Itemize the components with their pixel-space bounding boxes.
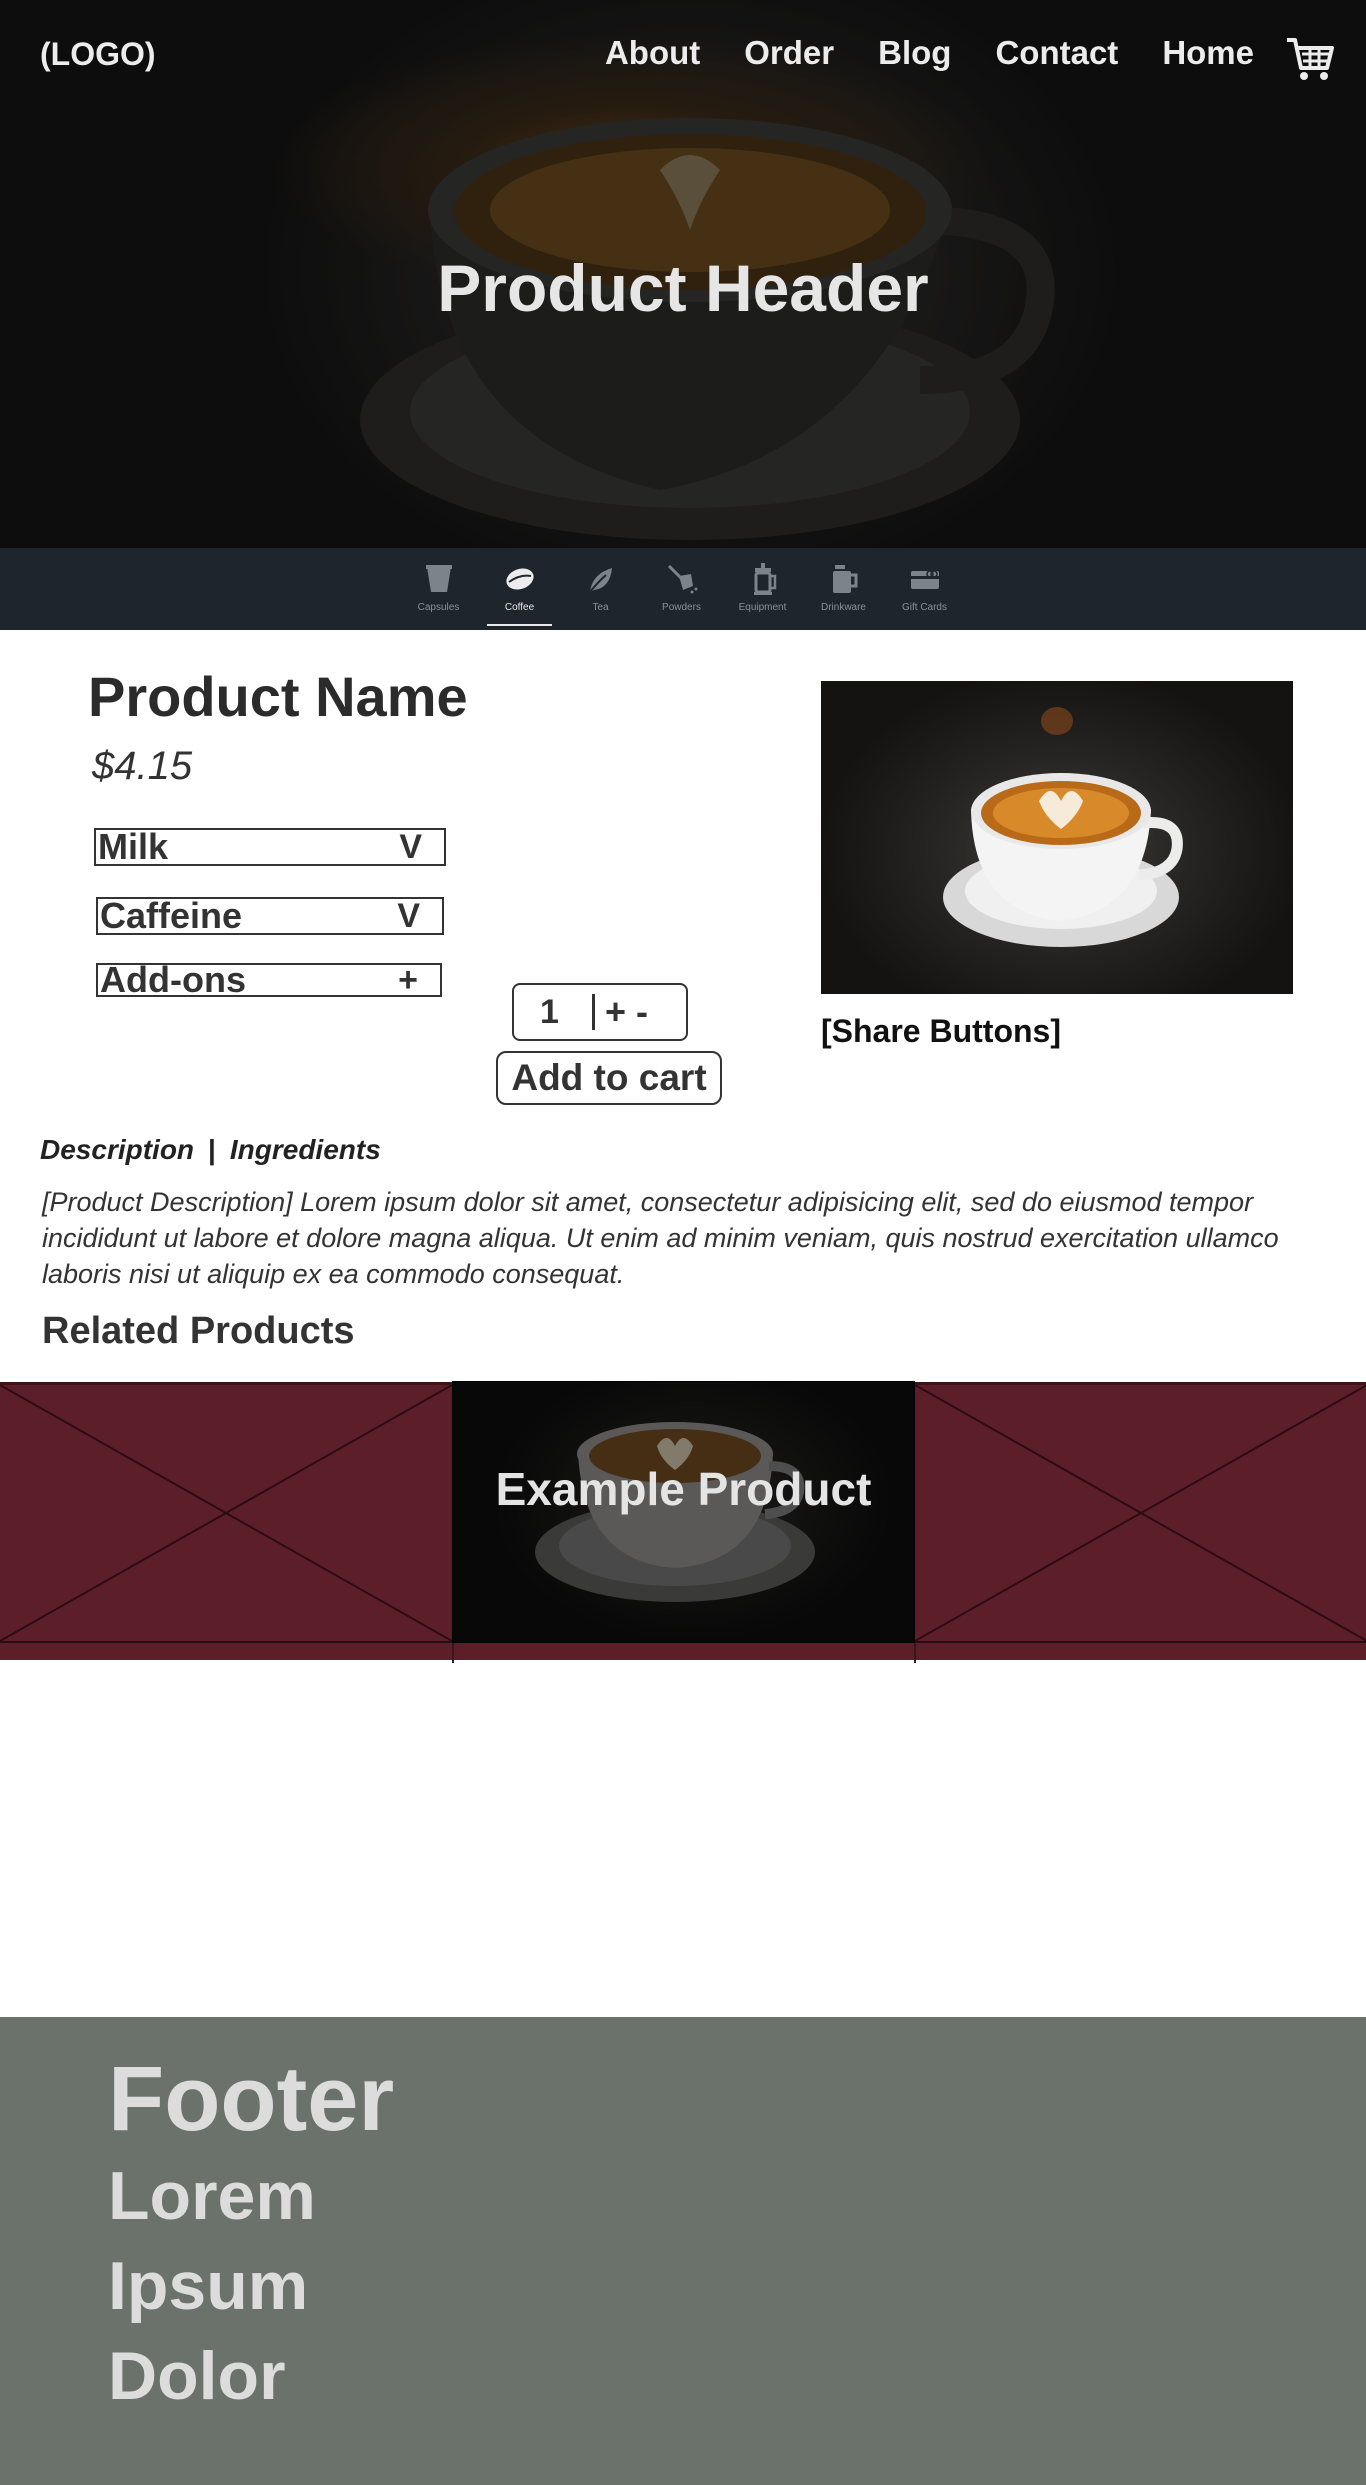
category-label: Powders [662, 602, 701, 613]
powder-scoop-icon [667, 564, 697, 594]
category-bar: Capsules Coffee Tea Powders Equipment Dr… [0, 548, 1366, 630]
nav-blog[interactable]: Blog [878, 34, 951, 72]
footer-title: Footer [108, 2048, 395, 2150]
quantity-divider [592, 994, 595, 1030]
addons-label: Add-ons [100, 959, 246, 1000]
category-label: Tea [592, 602, 609, 613]
nav-contact[interactable]: Contact [995, 34, 1118, 72]
category-equipment[interactable]: Equipment [722, 548, 803, 630]
caffeine-dropdown[interactable]: Caffeine V [96, 895, 444, 936]
category-gift-cards[interactable]: Gift Cards [884, 548, 965, 630]
related-products-heading: Related Products [42, 1310, 355, 1352]
cart-icon[interactable] [1285, 34, 1335, 84]
quantity-increment-button[interactable]: + [605, 991, 626, 1033]
hero-title: Product Header [437, 251, 929, 325]
category-label: Drinkware [820, 602, 866, 613]
product-image [821, 681, 1293, 994]
plus-icon: + [398, 960, 418, 999]
category-tea[interactable]: Tea [560, 548, 641, 630]
milk-dropdown[interactable]: Milk V [94, 826, 446, 867]
footer-link[interactable]: Dolor [108, 2337, 286, 2415]
quantity-stepper: 1 + - [512, 983, 688, 1041]
category-coffee[interactable]: Coffee [479, 548, 560, 630]
product-name: Product Name [88, 665, 468, 728]
carousel-divider [914, 1643, 916, 1663]
nav-about[interactable]: About [605, 34, 700, 72]
category-label: Gift Cards [901, 602, 947, 613]
featured-product-title: Example Product [495, 1463, 872, 1515]
gift-card-icon [910, 570, 939, 589]
quantity-decrement-button[interactable]: - [636, 991, 648, 1033]
related-product-placeholder[interactable] [915, 1385, 1366, 1643]
chevron-down-icon: V [399, 827, 422, 866]
category-capsules[interactable]: Capsules [398, 548, 479, 630]
milk-dropdown-label: Milk [98, 826, 169, 867]
mug-icon [832, 565, 857, 593]
quantity-value[interactable]: 1 [540, 993, 592, 1032]
product-price: $4.15 [92, 744, 193, 788]
chevron-down-icon: V [397, 896, 420, 935]
related-products-carousel: Example Product [0, 1381, 1366, 1663]
tea-leaf-icon [588, 568, 612, 593]
add-to-cart-button[interactable]: Add to cart [496, 1051, 722, 1105]
logo[interactable]: (LOGO) [40, 36, 156, 73]
category-powders[interactable]: Powders [641, 548, 722, 630]
capsule-icon [425, 565, 452, 592]
main-nav: About Order Blog Contact Home [605, 34, 1254, 72]
carousel-divider [452, 1643, 454, 1663]
french-press-icon [753, 563, 776, 595]
tab-ingredients[interactable]: Ingredients [230, 1134, 381, 1166]
hero-banner: (LOGO) About Order Blog Contact Home Pro… [0, 0, 1366, 548]
nav-home[interactable]: Home [1162, 34, 1254, 72]
tab-separator: | [208, 1134, 216, 1165]
image-placeholder-icon [0, 1385, 452, 1641]
footer-link[interactable]: Ipsum [108, 2247, 308, 2325]
share-buttons[interactable]: [Share Buttons] [821, 1013, 1061, 1050]
product-coffee-image [943, 707, 1183, 947]
footer-link[interactable]: Lorem [108, 2157, 316, 2235]
related-product-placeholder[interactable] [0, 1385, 452, 1643]
category-label: Coffee [504, 602, 535, 613]
product-detail-tabs: Description | Ingredients [40, 1134, 381, 1166]
category-label: Capsules [417, 602, 460, 613]
caffeine-dropdown-label: Caffeine [100, 895, 243, 936]
product-description: [Product Description] Lorem ipsum dolor … [42, 1187, 1279, 1289]
featured-related-product[interactable]: Example Product [452, 1381, 915, 1643]
coffee-bean-icon [505, 568, 534, 590]
tab-description[interactable]: Description [40, 1134, 194, 1166]
nav-order[interactable]: Order [744, 34, 834, 72]
image-placeholder-icon [915, 1385, 1366, 1641]
category-label: Equipment [738, 602, 787, 613]
footer: Footer Lorem Ipsum Dolor [0, 2017, 1366, 2485]
category-drinkware[interactable]: Drinkware [803, 548, 884, 630]
addons-expander[interactable]: Add-ons + [96, 959, 442, 1000]
